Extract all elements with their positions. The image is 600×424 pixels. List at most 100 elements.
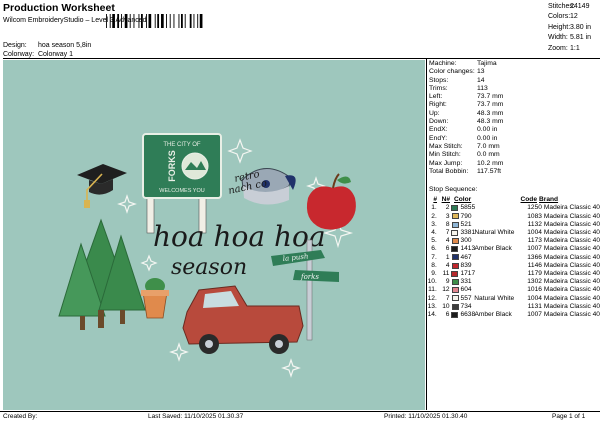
- thread-brand: Madeira Classic 40: [543, 212, 600, 220]
- forks-sign: THE CITY OF FORKS WELCOMES YOU: [142, 133, 222, 234]
- info-value: 0.00 in: [477, 134, 498, 142]
- thread-brand: Madeira Classic 40: [543, 269, 600, 277]
- info-label: Up:: [429, 109, 440, 117]
- color-code: 604: [460, 286, 472, 294]
- color-code: 1413: [460, 245, 476, 253]
- graduation-cap: [77, 164, 127, 208]
- stat-label: Height:: [548, 23, 571, 31]
- stat-label: Stitches:: [548, 3, 575, 10]
- color-code: 5855: [460, 204, 476, 212]
- info-row: Color changes: 13: [429, 68, 599, 76]
- color-code: 300: [460, 237, 472, 245]
- color-swatch: [451, 303, 459, 310]
- machine-info: Machine: Tajima Color changes: 13 Stops: 14 Tr…: [429, 60, 599, 176]
- row-index: 3.: [431, 220, 437, 228]
- row-index: 4.: [431, 229, 437, 237]
- needle-number: 7: [445, 294, 450, 302]
- color-swatch: [451, 278, 459, 285]
- info-row: Max Stitch: 7.0 mm: [429, 143, 599, 151]
- info-label: Stops:: [429, 76, 449, 84]
- stitch-count: 1146: [527, 261, 542, 269]
- info-label: Down:: [429, 118, 449, 126]
- info-value: 0.00 in: [477, 126, 498, 134]
- potted-plant: [141, 278, 169, 319]
- header-color: Color: [454, 196, 472, 204]
- table-row: 5. 4 300 1173 Madeira Classic 40: [426, 237, 600, 245]
- svg-text:forks: forks: [300, 273, 319, 281]
- table-row: 10. 9 331 1302 Madeira Classic 40: [426, 278, 600, 286]
- stat-value: 24149: [570, 3, 590, 10]
- needle-number: 9: [445, 278, 450, 286]
- info-label: EndX:: [429, 126, 448, 134]
- info-value: 0.0 mm: [477, 151, 500, 159]
- svg-text:FORKS: FORKS: [167, 150, 177, 182]
- table-row: 3. 8 521 1132 Madeira Classic 40: [426, 221, 600, 229]
- stitch-count: 1250: [527, 204, 542, 212]
- stat-label: Width:: [548, 34, 568, 42]
- stat-row: Stitches: 24149: [548, 3, 600, 13]
- footer: Created By: Last Saved: 11/10/2025 01.30…: [0, 412, 600, 424]
- stitch-count: 1007: [527, 310, 542, 318]
- stat-label: Colors:: [548, 13, 571, 21]
- header-divider: [3, 58, 600, 59]
- table-header-row: # N# Color Code Brand: [426, 196, 600, 204]
- color-swatch: [451, 254, 459, 261]
- info-value: 13: [477, 68, 485, 76]
- table-row: 9. 11 1717 1179 Madeira Classic 40: [426, 270, 600, 278]
- color-code: 331: [460, 278, 472, 286]
- thread-brand: Madeira Classic 40: [543, 286, 600, 294]
- stitch-count: 1007: [527, 245, 542, 253]
- table-row: 11. 12 604 1016 Madeira Classic 40: [426, 286, 600, 294]
- info-value: 117.57ft: [477, 167, 502, 175]
- last-saved: Last Saved: 11/10/2025 01.30.37: [148, 413, 244, 420]
- created-by: Created By:: [3, 413, 38, 420]
- info-value: 14: [477, 76, 485, 84]
- barcode-image: [106, 14, 203, 28]
- info-label: EndY:: [429, 134, 448, 142]
- row-index: 11.: [428, 286, 437, 294]
- table-row: 7. 1 467 1366 Madeira Classic 40: [426, 253, 600, 261]
- design-label: Design:: [3, 42, 27, 49]
- stat-row: Zoom: 1:1: [548, 45, 600, 55]
- needle-number: 7: [445, 229, 450, 237]
- row-index: 6.: [431, 245, 437, 253]
- needle-number: 11: [442, 269, 450, 277]
- color-swatch: [451, 246, 459, 253]
- color-code: 6638: [460, 310, 476, 318]
- row-index: 14.: [427, 310, 437, 318]
- info-label: Left:: [429, 93, 443, 101]
- color-swatch: [451, 311, 459, 318]
- info-row: Stops: 14: [429, 77, 599, 85]
- info-value: Tajima: [477, 60, 497, 67]
- svg-text:THE CITY OF: THE CITY OF: [163, 142, 201, 148]
- header-needle: N#: [441, 196, 450, 204]
- table-row: 12. 7 557 Natural White 1004 Madeira Classic …: [426, 294, 600, 302]
- row-index: 8.: [431, 261, 437, 269]
- info-label: Trims:: [429, 84, 448, 92]
- color-swatch: [451, 213, 459, 220]
- stitch-count: 1016: [527, 286, 542, 294]
- svg-text:la push: la push: [282, 252, 308, 263]
- stitch-count: 1173: [527, 237, 542, 245]
- stitch-count: 1179: [527, 269, 542, 277]
- info-row: Left: 73.7 mm: [429, 93, 599, 101]
- needle-number: 4: [445, 237, 450, 245]
- stat-value: 12: [570, 13, 578, 21]
- table-row: 2. 3 790 1083 Madeira Classic 40: [426, 212, 600, 220]
- color-swatch: [451, 221, 459, 228]
- info-label: Right:: [429, 101, 447, 109]
- color-swatch: [451, 270, 459, 277]
- red-truck: [182, 285, 304, 354]
- color-swatch: [451, 238, 459, 245]
- thread-brand: Madeira Classic 40: [543, 261, 600, 269]
- info-label: Machine:: [429, 60, 457, 67]
- color-name: Amber Black: [474, 245, 512, 253]
- stat-value: 3.80 in: [570, 23, 592, 31]
- color-code: 1717: [460, 269, 476, 277]
- stop-sequence-title: Stop Sequence:: [429, 186, 478, 193]
- thread-brand: Madeira Classic 40: [543, 220, 600, 228]
- table-row: 6. 6 1413 Amber Black 1007 Madeira Classic 40: [426, 245, 600, 253]
- color-code: 839: [460, 261, 472, 269]
- info-label: Min Stitch:: [429, 151, 461, 159]
- thread-brand: Madeira Classic 40: [543, 204, 600, 212]
